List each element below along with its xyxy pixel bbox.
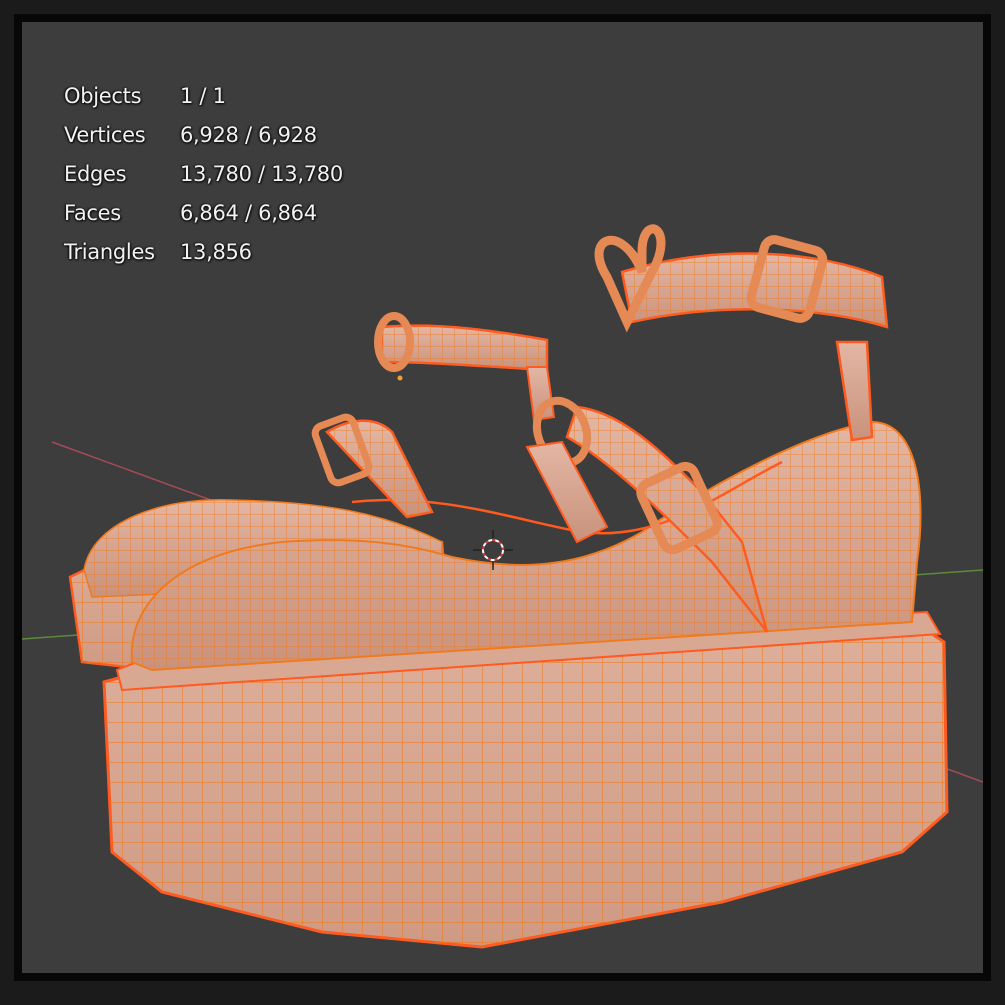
stats-label: Faces: [64, 201, 121, 225]
stats-value: 1 / 1: [180, 84, 226, 108]
stats-row-faces: Faces 6,864 / 6,864: [64, 194, 343, 233]
stats-value: 13,780 / 13,780: [180, 162, 343, 186]
3d-viewport[interactable]: Objects 1 / 1 Vertices 6,928 / 6,928 Edg…: [22, 22, 983, 973]
stats-row-triangles: Triangles 13,856: [64, 233, 343, 272]
stats-value: 6,928 / 6,928: [180, 123, 317, 147]
stats-label: Objects: [64, 84, 142, 108]
back-side-strap[interactable]: [311, 413, 434, 519]
stats-label: Edges: [64, 162, 127, 186]
stats-label: Vertices: [64, 123, 146, 147]
stats-row-objects: Objects 1 / 1: [64, 77, 343, 116]
stats-value: 13,856: [180, 240, 252, 264]
statistics-overlay: Objects 1 / 1 Vertices 6,928 / 6,928 Edg…: [64, 77, 343, 272]
stats-row-vertices: Vertices 6,928 / 6,928: [64, 116, 343, 155]
stats-row-edges: Edges 13,780 / 13,780: [64, 155, 343, 194]
stats-label: Triangles: [64, 240, 155, 264]
back-ankle-strap[interactable]: [374, 312, 556, 422]
object-origin: [397, 375, 403, 381]
image-frame: Objects 1 / 1 Vertices 6,928 / 6,928 Edg…: [0, 0, 1005, 1005]
front-ankle-strap[interactable]: [620, 235, 889, 442]
stats-value: 6,864 / 6,864: [180, 201, 317, 225]
